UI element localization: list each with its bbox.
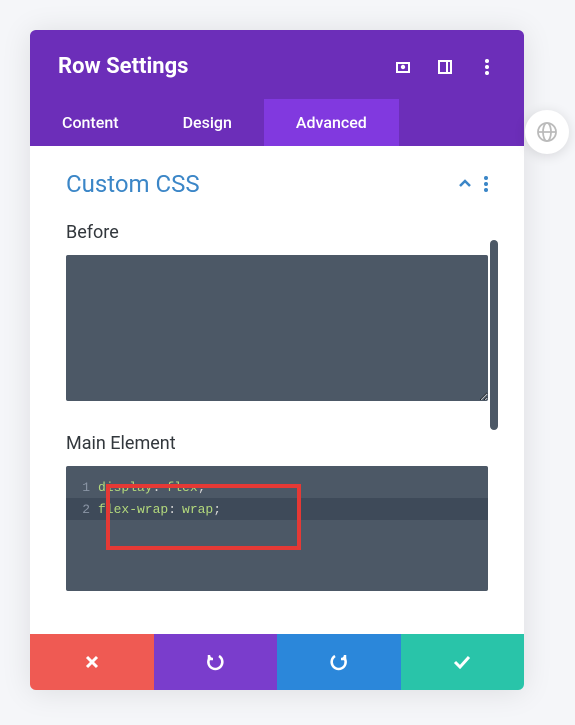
code-line: 1 display: flex;	[72, 476, 482, 498]
modal-header: Row Settings	[30, 30, 524, 99]
code-value: flex	[166, 480, 197, 495]
code-property: flex-wrap	[98, 502, 168, 517]
before-textarea[interactable]	[66, 255, 488, 401]
line-number: 1	[72, 480, 90, 495]
before-label: Before	[66, 222, 488, 243]
content-panel: Custom CSS Before Main Ele	[30, 146, 524, 634]
main-element-label: Main Element	[66, 433, 488, 454]
close-button[interactable]	[30, 634, 154, 690]
main-element-editor[interactable]: 1 display: flex; 2 flex-wrap: wrap;	[66, 466, 488, 591]
footer-actions	[30, 634, 524, 690]
save-button[interactable]	[401, 634, 525, 690]
undo-button[interactable]	[154, 634, 278, 690]
header-icons	[394, 58, 496, 76]
code-colon: :	[153, 480, 161, 495]
code-semicolon: ;	[198, 480, 206, 495]
row-settings-modal: Row Settings	[30, 30, 524, 690]
tab-advanced[interactable]: Advanced	[264, 99, 399, 146]
redo-button[interactable]	[277, 634, 401, 690]
section-header: Custom CSS	[66, 170, 488, 198]
section-controls	[458, 176, 488, 192]
more-icon[interactable]	[478, 58, 496, 76]
panel-icon[interactable]	[436, 58, 454, 76]
section-title: Custom CSS	[66, 170, 200, 198]
code-line: 2 flex-wrap: wrap;	[66, 498, 488, 520]
collapse-icon[interactable]	[458, 179, 472, 189]
code-value: wrap	[182, 502, 213, 517]
modal-title: Row Settings	[58, 54, 188, 79]
section-more-icon[interactable]	[484, 176, 488, 192]
tab-content[interactable]: Content	[30, 99, 151, 146]
code-property: display	[98, 480, 153, 495]
line-number: 2	[72, 502, 90, 517]
scrollbar[interactable]	[490, 240, 498, 430]
code-colon: :	[168, 502, 176, 517]
code-semicolon: ;	[213, 502, 221, 517]
tabs-bar: Content Design Advanced	[30, 99, 524, 146]
expand-icon[interactable]	[394, 58, 412, 76]
tab-design[interactable]: Design	[151, 99, 264, 146]
globe-icon[interactable]	[525, 110, 569, 154]
